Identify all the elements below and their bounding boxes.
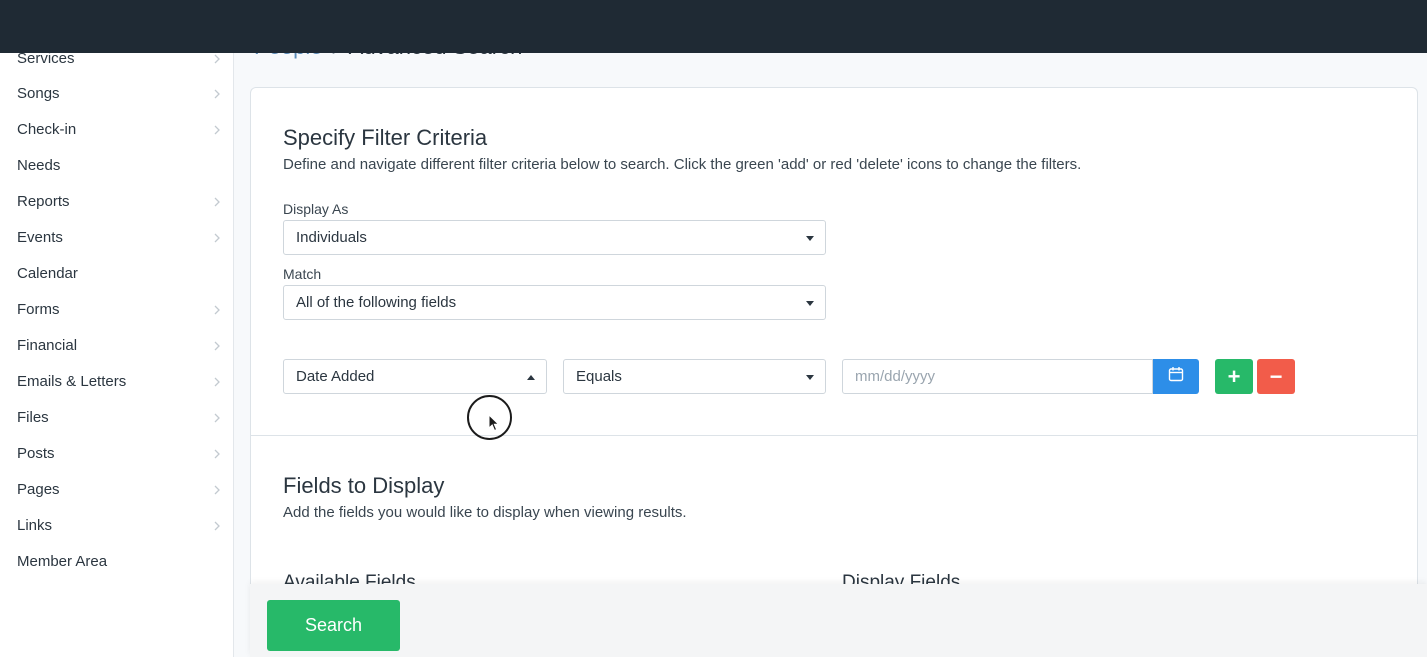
- sidebar-item-label: Events: [17, 228, 63, 246]
- sidebar-item-forms[interactable]: Forms: [0, 291, 233, 327]
- gears-icon: [1101, 17, 1125, 37]
- avatar: [1317, 14, 1341, 39]
- user-menu[interactable]: Admin: [1317, 0, 1416, 53]
- top-bar: Elvanto Demo 4 Settings Help Admin: [0, 0, 1427, 53]
- mouse-cursor-icon: [488, 413, 500, 437]
- sidebar-item-member-area[interactable]: Member Area: [0, 543, 233, 579]
- display-as-select[interactable]: Individuals: [283, 220, 826, 255]
- plus-icon: +: [1227, 363, 1241, 389]
- chevron-right-icon: [213, 87, 221, 104]
- display-as-value: Individuals: [296, 229, 367, 246]
- chevron-right-icon: [213, 195, 221, 212]
- filter-operator-value: Equals: [576, 368, 622, 385]
- breadcrumb: People / Advanced Search: [254, 34, 522, 60]
- notification-count-badge: 4: [1062, 5, 1078, 21]
- caret-down-icon: [806, 301, 814, 306]
- app-title[interactable]: Elvanto Demo: [10, 12, 148, 38]
- match-value: All of the following fields: [296, 294, 457, 311]
- sidebar-item-posts[interactable]: Posts: [0, 435, 233, 471]
- sidebar-item-emails-letters[interactable]: Emails & Letters: [0, 363, 233, 399]
- chevron-right-icon: [213, 53, 221, 69]
- sidebar-item-check-in[interactable]: Check-in: [0, 111, 233, 147]
- minus-icon: −: [1269, 363, 1283, 389]
- sidebar-item-financial[interactable]: Financial: [0, 327, 233, 363]
- sidebar-item-label: Forms: [17, 300, 60, 318]
- filter-operator-select[interactable]: Equals: [563, 359, 826, 394]
- delete-filter-button[interactable]: −: [1257, 359, 1295, 394]
- filter-field-value: Date Added: [296, 368, 375, 385]
- sidebar-item-label: Member Area: [17, 552, 108, 570]
- display-as-label: Display As: [283, 201, 349, 217]
- caret-up-icon: [527, 375, 535, 380]
- sidebar-item-label: Pages: [17, 480, 60, 498]
- calendar-picker-button[interactable]: [1153, 359, 1199, 394]
- settings-menu[interactable]: Settings: [1101, 0, 1192, 53]
- sidebar-item-calendar[interactable]: Calendar: [0, 255, 233, 291]
- breadcrumb-separator: /: [332, 34, 339, 59]
- action-bar: [250, 584, 1427, 657]
- sidebar-item-label: Calendar: [17, 264, 78, 282]
- settings-label: Settings: [1133, 18, 1193, 35]
- match-label: Match: [283, 266, 322, 282]
- sidebar-item-services[interactable]: Services: [0, 53, 233, 76]
- search-button[interactable]: [997, 0, 1017, 53]
- sidebar-item-label: Financial: [17, 336, 78, 354]
- chevron-right-icon: [213, 411, 221, 428]
- filter-criteria-description: Define and navigate different filter cri…: [283, 156, 1082, 173]
- add-filter-button[interactable]: +: [1215, 359, 1253, 394]
- fields-to-display-description: Add the fields you would like to display…: [283, 504, 687, 521]
- filter-field-select[interactable]: Date Added: [283, 359, 547, 394]
- sidebar-item-label: Songs: [17, 84, 60, 102]
- caret-down-icon: [806, 236, 814, 241]
- breadcrumb-people-link[interactable]: People: [254, 34, 323, 59]
- chevron-right-icon: [213, 123, 221, 140]
- chevron-right-icon: [213, 519, 221, 536]
- lifebuoy-icon: [1224, 17, 1244, 37]
- sidebar-item-links[interactable]: Links: [0, 507, 233, 543]
- fields-to-display-heading: Fields to Display: [283, 473, 445, 498]
- match-select[interactable]: All of the following fields: [283, 285, 826, 320]
- sidebar-item-label: Posts: [17, 444, 55, 462]
- search-button[interactable]: Search: [267, 600, 400, 651]
- filter-date-input[interactable]: [842, 359, 1153, 394]
- chevron-right-icon: [213, 231, 221, 248]
- sidebar-item-events[interactable]: Events: [0, 219, 233, 255]
- chevron-right-icon: [213, 339, 221, 356]
- chevron-right-icon: [213, 483, 221, 500]
- section-divider: [251, 435, 1417, 436]
- help-menu[interactable]: Help: [1224, 0, 1285, 53]
- sidebar-item-reports[interactable]: Reports: [0, 183, 233, 219]
- help-label: Help: [1252, 18, 1285, 35]
- chevron-right-icon: [213, 447, 221, 464]
- calendar-icon: [1168, 366, 1184, 387]
- filter-criteria-heading: Specify Filter Criteria: [283, 125, 488, 150]
- advanced-search-card: Specify Filter Criteria Define and navig…: [250, 87, 1418, 657]
- sidebar-item-label: Services: [17, 53, 75, 67]
- sidebar-item-label: Needs: [17, 156, 61, 174]
- search-icon: [997, 17, 1017, 37]
- sidebar-item-label: Emails & Letters: [17, 372, 127, 390]
- caret-down-icon: [806, 375, 814, 380]
- chevron-right-icon: [213, 375, 221, 392]
- sidebar: Services Songs Check-in Needs Reports Ev…: [0, 53, 234, 657]
- user-name: Admin: [1349, 18, 1396, 35]
- sidebar-item-label: Check-in: [17, 120, 77, 138]
- page-title: Advanced Search: [348, 34, 523, 59]
- sidebar-item-files[interactable]: Files: [0, 399, 233, 435]
- sidebar-item-needs[interactable]: Needs: [0, 147, 233, 183]
- sidebar-item-label: Files: [17, 408, 49, 426]
- sidebar-item-label: Reports: [17, 192, 70, 210]
- sidebar-item-label: Links: [17, 516, 53, 534]
- sidebar-item-pages[interactable]: Pages: [0, 471, 233, 507]
- chevron-right-icon: [213, 303, 221, 320]
- sidebar-item-songs[interactable]: Songs: [0, 75, 233, 111]
- chevron-down-icon: [1404, 23, 1416, 31]
